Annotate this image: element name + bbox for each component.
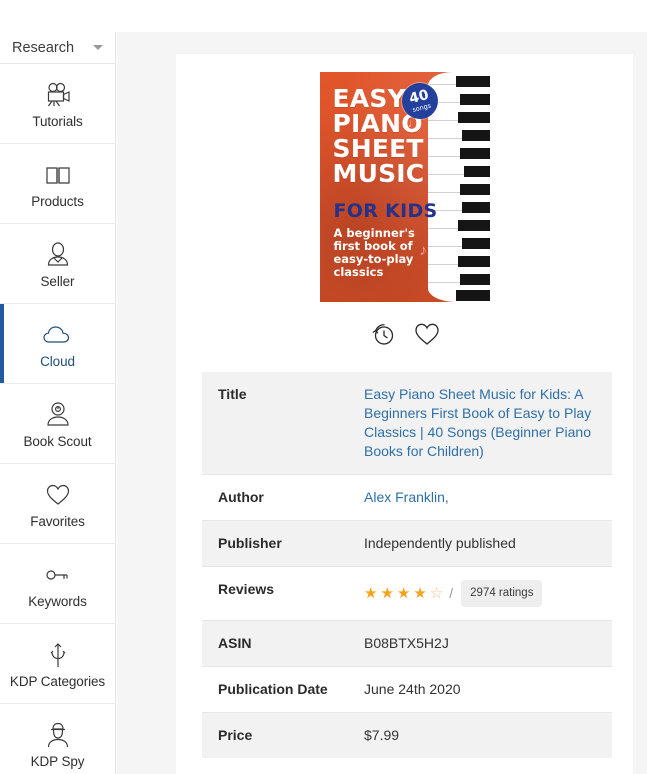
ratings-count-badge: 2974 ratings <box>461 580 543 607</box>
sidebar-item-label: Keywords <box>28 594 87 609</box>
sidebar-item-kdp-spy[interactable]: KDP Spy <box>0 704 115 774</box>
detail-key: Price <box>218 727 253 743</box>
sidebar-item-label: KDP Spy <box>30 754 85 769</box>
music-note-decoration: ♯ <box>435 262 442 276</box>
star-icon: ★ <box>380 585 394 602</box>
star-icon: ★ <box>396 585 411 602</box>
spy-detective-icon <box>44 718 72 752</box>
star-icon: ★ <box>364 585 378 602</box>
detail-value-asin: B08BTX5H2J <box>364 635 449 651</box>
detail-key: Publication Date <box>218 681 328 697</box>
person-icon <box>44 238 72 272</box>
sidebar-item-label: Seller <box>40 274 75 289</box>
scout-person-icon <box>44 398 72 432</box>
sidebar-item-seller[interactable]: Seller <box>0 224 115 304</box>
favorite-button[interactable] <box>412 320 442 350</box>
sidebar-item-kdp-categories[interactable]: KDP Categories <box>0 624 115 704</box>
sidebar-item-favorites[interactable]: Favorites <box>0 464 115 544</box>
app-root: Research Tutorials Products Seller Cloud… <box>0 0 647 774</box>
left-sidebar: Research Tutorials Products Seller Cloud… <box>0 32 116 774</box>
open-book-icon <box>44 158 72 192</box>
sidebar-item-label: Cloud <box>40 354 75 369</box>
sidebar-item-products[interactable]: Products <box>0 144 115 224</box>
rating-separator: / <box>449 585 454 601</box>
chevron-down-icon[interactable] <box>93 45 103 50</box>
detail-key: ASIN <box>218 635 252 651</box>
sidebar-item-book-scout[interactable]: Book Scout <box>0 384 115 464</box>
detail-value-publisher: Independently published <box>364 535 516 551</box>
book-detail-card: ♫ ♩ ♪ ♯ EASY PIANO SHEET MUSIC FOR KIDS … <box>176 54 633 774</box>
book-title-link[interactable]: Easy Piano Sheet Music for Kids: A Begin… <box>364 386 591 459</box>
detail-value-author: Alex Franklin, <box>348 475 612 521</box>
star-half-icon: ☆ <box>429 585 444 602</box>
table-row: Title Easy Piano Sheet Music for Kids: A… <box>202 372 612 475</box>
anchor-arrow-icon <box>45 638 71 672</box>
star-icon: ★ <box>413 585 427 602</box>
book-cover-container: ♫ ♩ ♪ ♯ EASY PIANO SHEET MUSIC FOR KIDS … <box>176 54 633 302</box>
detail-value-reviews: ★ ★ ★ ★ ☆ / 2974 ratings <box>348 567 612 621</box>
cover-title-line: SHEET <box>332 134 424 163</box>
table-row: Price $7.99 <box>202 712 612 758</box>
sidebar-item-label: KDP Categories <box>9 674 106 689</box>
table-row: Author Alex Franklin, <box>202 474 612 521</box>
content-area: ♫ ♩ ♪ ♯ EASY PIANO SHEET MUSIC FOR KIDS … <box>117 32 647 774</box>
sidebar-section-selector[interactable]: Research <box>0 32 115 64</box>
sidebar-item-label: Book Scout <box>23 434 92 449</box>
sidebar-item-cloud[interactable]: Cloud <box>0 304 115 384</box>
detail-key: Publisher <box>218 535 282 551</box>
star-rating: ★ ★ ★ ★ ☆ / 2974 ratings <box>364 580 598 607</box>
cover-action-buttons <box>176 302 633 372</box>
video-camera-icon <box>43 78 73 112</box>
history-icon <box>369 320 397 351</box>
heart-icon <box>45 478 71 512</box>
book-cover-image: ♫ ♩ ♪ ♯ EASY PIANO SHEET MUSIC FOR KIDS … <box>319 72 490 302</box>
sidebar-item-label: Tutorials <box>32 114 83 129</box>
detail-key: Title <box>218 386 247 402</box>
table-row: Reviews ★ ★ ★ ★ ☆ / 2974 ratings <box>202 566 612 621</box>
cover-title-line: MUSIC <box>332 159 425 188</box>
table-row: Publication Date June 24th 2020 <box>202 666 612 713</box>
sidebar-item-tutorials[interactable]: Tutorials <box>0 64 115 144</box>
book-details-table: Title Easy Piano Sheet Music for Kids: A… <box>202 372 612 758</box>
top-blank-strip <box>0 0 647 32</box>
detail-key: Author <box>218 489 264 505</box>
sidebar-item-label: Products <box>31 194 84 209</box>
detail-value-publication-date: June 24th 2020 <box>364 681 461 697</box>
history-button[interactable] <box>368 320 398 350</box>
cloud-icon <box>42 318 74 352</box>
sidebar-item-keywords[interactable]: Keywords <box>0 544 115 624</box>
detail-value-title: Easy Piano Sheet Music for Kids: A Begin… <box>348 372 612 475</box>
cover-subtitle-text: FOR KIDS <box>333 200 438 222</box>
cover-blurb-text: A beginner's first book of easy-to-play … <box>333 226 415 279</box>
detail-key: Reviews <box>218 581 275 597</box>
sidebar-item-label: Favorites <box>30 514 85 529</box>
key-icon <box>43 558 73 592</box>
heart-icon <box>413 320 441 351</box>
table-row: ASIN B08BTX5H2J <box>202 620 612 667</box>
detail-value-price: $7.99 <box>364 727 400 743</box>
author-link[interactable]: Alex Franklin, <box>364 489 449 505</box>
sidebar-section-label: Research <box>12 39 75 56</box>
table-row: Publisher Independently published <box>202 520 612 567</box>
